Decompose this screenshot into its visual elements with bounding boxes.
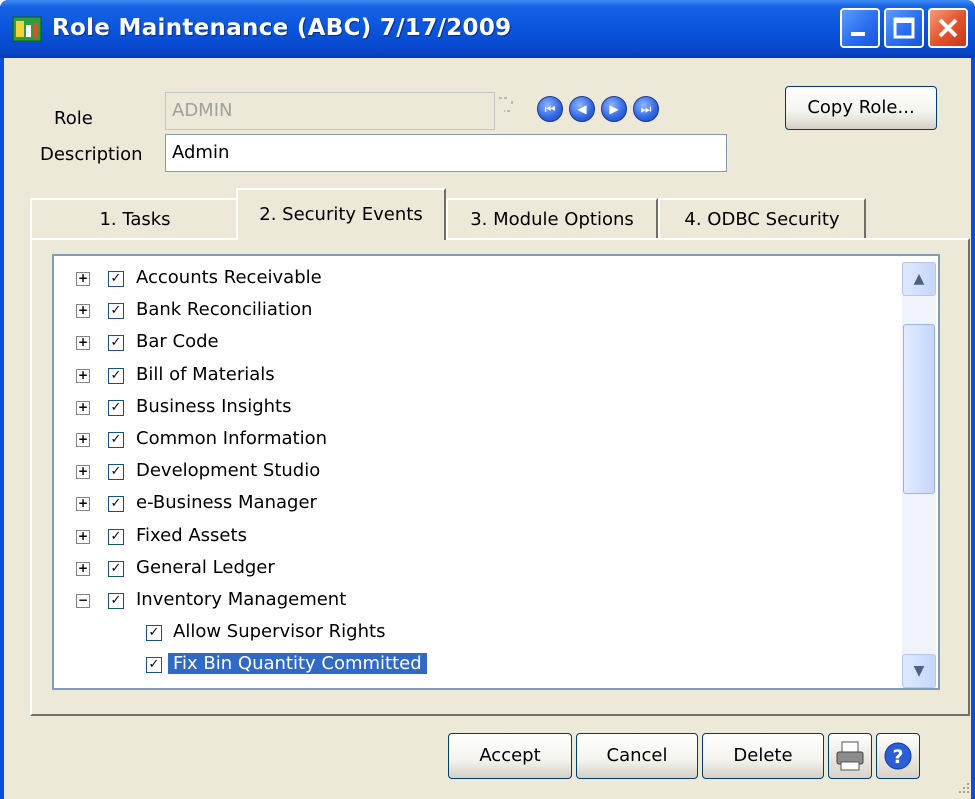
tree-item[interactable]: + ✓ General Ledger [54,554,894,586]
expand-icon[interactable]: + [76,497,90,512]
window-title: Role Maintenance (ABC) 7/17/2009 [52,15,512,41]
expand-icon[interactable]: + [76,272,90,286]
copy-role-button[interactable]: Copy Role... [785,86,937,130]
help-icon: ? [884,742,912,770]
tree-item[interactable]: + ✓ Development Studio [54,457,894,489]
tree-item-checkbox[interactable]: ✓ [108,464,124,481]
help-button[interactable]: ? [876,733,920,779]
expand-icon[interactable]: + [76,400,90,415]
tab-odbc-security[interactable]: 4. ODBC Security [658,198,866,240]
scroll-up-button[interactable]: ▲ [902,262,936,296]
app-icon [12,16,42,42]
tree-item-checkbox[interactable]: ✓ [108,432,124,448]
tree-item-checkbox[interactable]: ✓ [146,625,162,642]
previous-record-icon: ◀ [577,102,587,116]
tree-item-checkbox[interactable]: ✓ [108,303,124,320]
tree-item[interactable]: + ✓ Accounts Receivable [54,264,894,296]
chevron-up-icon: ▲ [913,271,925,287]
tree-child-item[interactable]: ✓ Allow Supervisor Rights [54,618,894,650]
tree-item-label: Bar Code [136,331,219,353]
tree-item-checkbox[interactable]: ✓ [108,560,124,577]
tree-item[interactable]: + ✓ e-Business Manager [54,489,894,521]
title-bar[interactable]: Role Maintenance (ABC) 7/17/2009 [0,0,975,58]
svg-text:?: ? [892,746,903,768]
expand-icon[interactable]: + [76,465,90,480]
expand-icon[interactable]: + [76,304,90,319]
chevron-down-icon: ▼ [913,663,925,679]
tree-item-label: Inventory Management [136,589,347,610]
tree-item[interactable]: + ✓ Common Information [54,425,894,457]
tree-item[interactable]: + ✓ Fixed Assets [54,522,894,554]
tree-item-label: Business Insights [136,395,292,417]
vertical-scrollbar[interactable]: ▲ ▼ [902,262,936,688]
selected-tree-item-label: Fix Bin Quantity Committed [168,653,427,675]
tree-item-checkbox[interactable]: ✓ [108,496,124,513]
tree-item-label: e-Business Manager [136,492,317,514]
tab-tasks[interactable]: 1. Tasks [30,198,240,240]
cancel-button[interactable]: Cancel [576,733,698,779]
resize-grip-icon[interactable] [955,779,971,795]
tree-item[interactable]: + ✓ Bar Code [54,328,894,360]
tree-item-label: Development Studio [136,460,321,482]
tree-item-checkbox[interactable]: ✓ [108,528,124,545]
role-label: Role [54,108,93,129]
scroll-thumb[interactable] [903,324,935,494]
expand-icon[interactable]: + [76,336,90,351]
minimize-button[interactable] [840,8,880,48]
tree-item[interactable]: − ✓ Inventory Management [54,586,894,618]
expand-icon[interactable]: + [76,529,90,544]
role-field: ADMIN [165,92,495,130]
close-button[interactable] [928,8,968,48]
printer-icon [836,741,864,771]
tree-item-label: Accounts Receivable [136,267,322,288]
expand-icon[interactable]: + [76,433,90,447]
accept-button[interactable]: Accept [448,733,572,779]
tree-item-checkbox[interactable]: ✓ [108,335,124,352]
tree-item-label: Allow Supervisor Rights [173,621,386,643]
tree-item[interactable]: + ✓ Bill of Materials [54,361,894,393]
tree-item-checkbox[interactable]: ✓ [108,399,124,416]
first-record-button[interactable]: ⏮ [537,96,563,122]
print-button[interactable] [828,733,872,779]
security-events-tree[interactable]: + ✓ Accounts Receivable + ✓ Bank Reconciliati… [52,254,940,690]
previous-record-button[interactable]: ◀ [569,96,595,122]
collapse-icon[interactable]: − [76,594,90,608]
description-label: Description [40,144,143,165]
next-record-button[interactable]: ▶ [601,96,627,122]
next-record-icon: ▶ [609,102,619,116]
tree-item-label: Fixed Assets [136,524,247,546]
expand-icon[interactable]: + [76,561,90,576]
tab-security-events[interactable]: 2. Security Events [236,188,446,240]
tree-item-checkbox[interactable]: ✓ [146,657,162,674]
expand-icon[interactable]: + [76,368,90,383]
tree-item-label: Bank Reconciliation [136,299,313,321]
tree-item-checkbox[interactable]: ✓ [108,593,124,609]
last-record-button[interactable]: ⏭ [633,96,659,122]
tree-item-checkbox[interactable]: ✓ [108,271,124,287]
tree-child-item[interactable]: ✓ Fix Bin Quantity Committed [54,650,894,682]
lookup-icon[interactable] [496,96,516,116]
maximize-button[interactable] [884,8,924,48]
close-icon [938,18,958,38]
tree-item-label: Common Information [136,428,327,449]
tree-item-label: General Ledger [136,556,275,578]
tree-item[interactable]: + ✓ Business Insights [54,393,894,425]
minimize-icon [851,32,865,36]
maximize-icon [893,17,915,39]
tab-module-options[interactable]: 3. Module Options [446,198,658,240]
tree-item-checkbox[interactable]: ✓ [108,367,124,384]
first-record-icon: ⏮ [544,102,556,116]
tree-item-label: Bill of Materials [136,363,275,385]
last-record-icon: ⏭ [640,102,652,116]
role-maintenance-window: Role Maintenance (ABC) 7/17/2009 Role AD… [0,0,975,799]
delete-button[interactable]: Delete [702,733,824,779]
description-field[interactable]: Admin [165,134,727,172]
tree-item[interactable]: + ✓ Bank Reconciliation [54,296,894,328]
scroll-down-button[interactable]: ▼ [902,654,936,688]
